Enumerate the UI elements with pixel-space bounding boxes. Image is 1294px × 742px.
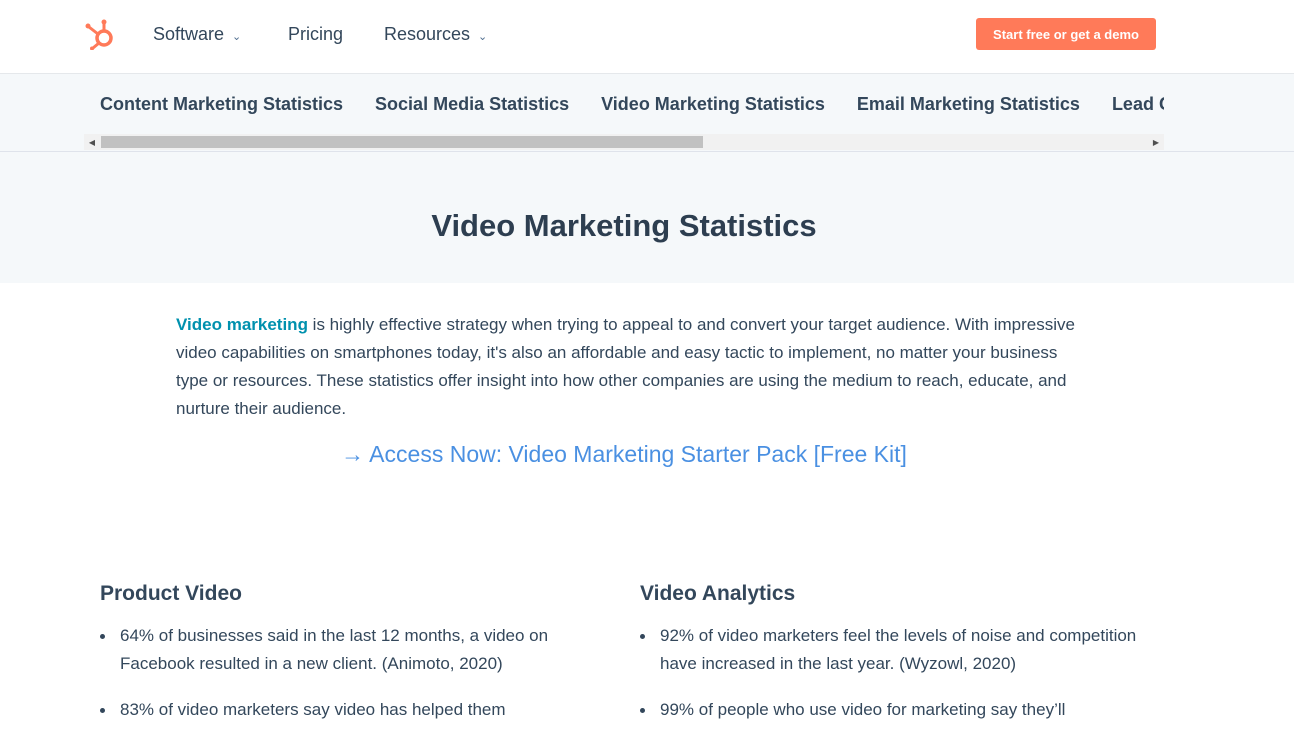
scroll-left-icon[interactable]: ◀ — [84, 134, 100, 150]
nav-software[interactable]: Software ⌄ — [153, 24, 241, 45]
section-title: Video Analytics — [640, 582, 796, 605]
intro-text: is highly effective strategy when trying… — [176, 315, 1075, 418]
start-free-button[interactable]: Start free or get a demo — [976, 18, 1156, 50]
bullet-icon — [640, 634, 645, 639]
chevron-down-icon: ⌄ — [478, 30, 488, 43]
subnav-item-email[interactable]: Email Marketing Statistics — [857, 94, 1080, 115]
bullet-text: 99% of people who use video for marketin… — [660, 700, 1066, 719]
page-title: Video Marketing Statistics — [431, 208, 817, 243]
nav-pricing-label: Pricing — [288, 24, 344, 44]
list-item: 83% of video marketers say video has hel… — [100, 696, 600, 724]
scroll-right-icon[interactable]: ▶ — [1148, 134, 1164, 150]
video-marketing-link[interactable]: Video marketing — [176, 315, 308, 334]
bullet-icon — [100, 708, 105, 713]
subnav-item-lead[interactable]: Lead Generation Statistics — [1112, 94, 1164, 115]
scroll-thumb[interactable] — [101, 136, 703, 148]
horizontal-scrollbar[interactable]: ◀ ▶ — [84, 134, 1164, 150]
subnav-item-video[interactable]: Video Marketing Statistics — [601, 94, 825, 115]
bullet-icon — [100, 634, 105, 639]
nav-pricing[interactable]: Pricing — [288, 24, 343, 45]
section-title: Product Video — [100, 582, 242, 605]
top-navigation: Software ⌄ Pricing Resources ⌄ Start fre… — [0, 0, 1294, 74]
bullet-text: 92% of video marketers feel the levels o… — [660, 626, 1137, 673]
nav-resources-label: Resources — [384, 24, 471, 44]
intro-paragraph: Video marketing is highly effective stra… — [176, 311, 1076, 423]
list-item: 92% of video marketers feel the levels o… — [640, 622, 1140, 678]
access-now-link[interactable]: → Access Now: Video Marketing Starter Pa… — [0, 441, 1248, 468]
chevron-down-icon: ⌄ — [232, 30, 242, 43]
bullet-text: 64% of businesses said in the last 12 mo… — [120, 626, 549, 673]
video-analytics-section: Video Analytics 92% of video marketers f… — [640, 582, 1140, 742]
nav-software-label: Software — [153, 24, 225, 44]
nav-resources[interactable]: Resources ⌄ — [384, 24, 487, 45]
list-item: 99% of people who use video for marketin… — [640, 696, 1140, 724]
subnav-item-social[interactable]: Social Media Statistics — [375, 94, 569, 115]
subnav-item-content[interactable]: Content Marketing Statistics — [100, 94, 343, 115]
hubspot-logo-icon[interactable] — [84, 18, 116, 51]
bullet-icon — [640, 708, 645, 713]
list-item: 64% of businesses said in the last 12 mo… — [100, 622, 600, 678]
bullet-text: 83% of video marketers say video has hel… — [120, 700, 506, 719]
hero-section: Video Marketing Statistics — [0, 152, 1294, 283]
product-video-section: Product Video 64% of businesses said in … — [100, 582, 600, 742]
